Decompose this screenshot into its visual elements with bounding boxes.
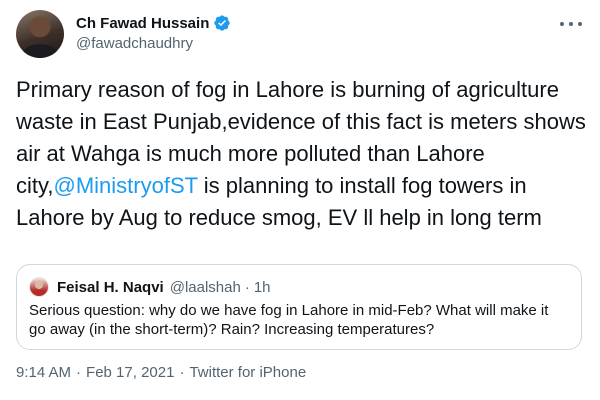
separator-dot: · — [76, 364, 82, 381]
author-avatar[interactable] — [16, 10, 64, 58]
author-name-row: Ch Fawad Hussain — [76, 12, 231, 34]
more-dot — [560, 22, 564, 26]
separator-dot: · — [244, 278, 250, 296]
quoted-tweet[interactable]: Feisal H. Naqvi @laalshah · 1h Serious q… — [16, 264, 582, 350]
tweet-card: Ch Fawad Hussain @fawadchaudhry Primary … — [0, 0, 600, 400]
quoted-tweet-text: Serious question: why do we have fog in … — [29, 302, 549, 338]
tweet-date[interactable]: Feb 17, 2021 — [86, 364, 174, 381]
mention-link[interactable]: @MinistryofST — [53, 173, 197, 198]
quoted-author-name: Feisal H. Naqvi — [57, 278, 164, 296]
quoted-author-handle: @laalshah — [169, 278, 241, 296]
verified-badge-icon — [213, 14, 231, 32]
tweet-source[interactable]: Twitter for iPhone — [189, 364, 306, 381]
quoted-tweet-time: 1h — [253, 278, 271, 296]
separator-dot: · — [179, 364, 185, 381]
avatar-figure — [22, 44, 58, 58]
tweet-text: Primary reason of fog in Lahore is burni… — [16, 74, 586, 234]
more-dot — [569, 22, 573, 26]
quoted-tweet-header: Feisal H. Naqvi @laalshah · 1h — [57, 276, 271, 298]
author-handle[interactable]: @fawadchaudhry — [76, 35, 193, 52]
more-dot — [578, 22, 582, 26]
tweet-time[interactable]: 9:14 AM — [16, 364, 71, 381]
author-display-name[interactable]: Ch Fawad Hussain — [76, 15, 209, 32]
quoted-author-avatar — [29, 277, 49, 297]
tweet-metadata: 9:14 AM · Feb 17, 2021 · Twitter for iPhone — [16, 364, 306, 381]
more-options-icon[interactable] — [560, 14, 582, 34]
